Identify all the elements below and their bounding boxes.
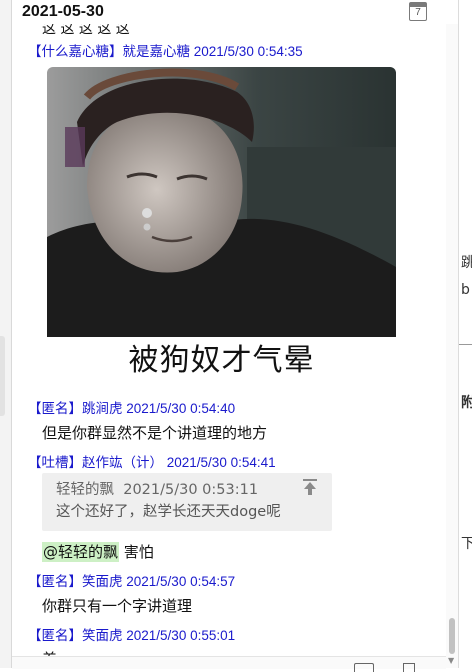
message-text-part: 害怕 [119, 543, 154, 561]
message-time: 2021/5/30 0:54:41 [166, 455, 276, 470]
message-author[interactable]: 【匿名】跳涧虎 [28, 401, 123, 416]
quote-header: 轻轻的飘 2021/5/30 0:53:11 [56, 478, 258, 499]
quote-time: 2021/5/30 0:53:11 [123, 482, 259, 498]
calendar-icon[interactable]: 7 [409, 2, 427, 21]
quoted-message[interactable]: 轻轻的飘 2021/5/30 0:53:11 这个还好了，赵学长还天天doge呢 [42, 473, 332, 531]
right-text-1: 跳 [461, 255, 472, 271]
message-time: 2021/5/30 0:55:01 [126, 628, 236, 643]
left-window-edge [0, 0, 12, 668]
message-author[interactable]: 【匿名】笑面虎 [28, 574, 123, 589]
message-header: 【匿名】笑面虎 2021/5/30 0:55:01 [28, 624, 235, 644]
message-header: 【吐槽】赵作竑（计） 2021/5/30 0:54:41 [28, 451, 276, 471]
meme-caption: 被狗奴才气晕 [128, 343, 315, 378]
message-header: 【匿名】笑面虎 2021/5/30 0:54:57 [28, 570, 235, 590]
meme-image[interactable]: 被狗奴才气晕 [47, 67, 396, 385]
quote-text: 这个还好了，赵学长还天天doge呢 [56, 504, 281, 520]
message-header: 【匿名】跳涧虎 2021/5/30 0:54:40 [28, 397, 235, 417]
message-text: @轻轻的飘 害怕 [42, 541, 154, 562]
message-text: 你群只有一个字讲道理 [42, 597, 193, 615]
right-text-3: 附 [461, 395, 472, 411]
date-header: 2021-05-30 7 [12, 0, 444, 24]
message-header: 【什么嘉心糖】就是嘉心糖 2021/5/30 0:54:35 [28, 40, 303, 60]
scroll-down-icon[interactable]: ▼ [448, 656, 454, 665]
message-text: 但是你群显然不是个讲道理的地方 [42, 424, 268, 442]
jump-to-quote-icon[interactable] [300, 477, 320, 497]
right-divider [459, 344, 472, 345]
cutoff-message-text: 这 这 这 这 这 [42, 24, 130, 37]
message-time: 2021/5/30 0:54:40 [126, 401, 236, 416]
chat-history[interactable]: 这 这 这 这 这 【什么嘉心糖】就是嘉心糖 2021/5/30 0:54:35 [12, 24, 446, 668]
message-author[interactable]: 【匿名】笑面虎 [28, 628, 123, 643]
meme-photo [47, 67, 396, 337]
left-edge-handle[interactable] [0, 336, 5, 416]
message-author[interactable]: 【什么嘉心糖】就是嘉心糖 [28, 44, 190, 59]
scrollbar-thumb[interactable] [449, 618, 455, 654]
quote-author: 轻轻的飘 [56, 482, 114, 498]
message-author[interactable]: 【吐槽】赵作竑（计） [28, 455, 163, 470]
mention-tag[interactable]: @轻轻的飘 [42, 542, 120, 562]
right-text-4: 下 [461, 536, 472, 552]
right-text-2: b [461, 282, 470, 298]
message-time: 2021/5/30 0:54:35 [193, 44, 303, 59]
bottom-toolbar [12, 656, 446, 672]
background-window-edge: 跳 b 附 下 [458, 0, 472, 668]
vertical-scrollbar[interactable]: ▼ [446, 24, 458, 668]
message-time: 2021/5/30 0:54:57 [126, 574, 236, 589]
date-label: 2021-05-30 [22, 3, 104, 20]
